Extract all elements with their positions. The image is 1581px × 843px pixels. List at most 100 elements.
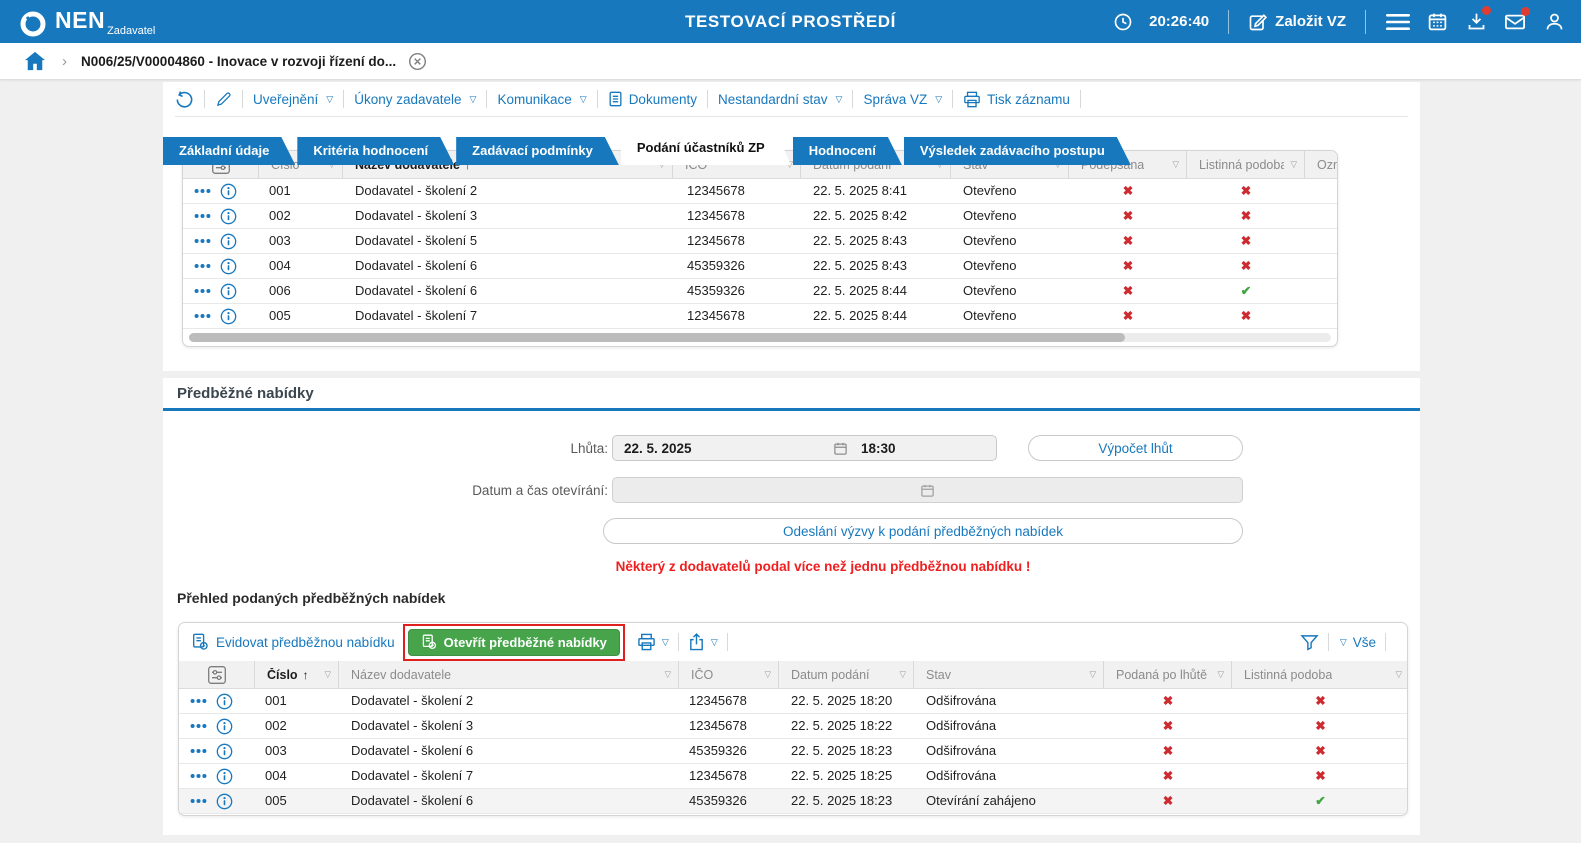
column-filter-icon[interactable]: ▽ — [1389, 669, 1402, 680]
row-menu-icon[interactable] — [190, 773, 207, 779]
cell-nazev: Dodavatel - školení 7 — [343, 304, 673, 328]
column-filter-icon[interactable]: ▽ — [893, 669, 906, 680]
column-header-nazev[interactable]: Název dodavatele▽ — [339, 661, 679, 688]
edit-icon[interactable] — [215, 91, 232, 108]
column-header-datum[interactable]: Datum podání▽ — [779, 661, 914, 688]
row-info-icon[interactable] — [220, 258, 237, 275]
calendar-field-icon[interactable] — [833, 441, 848, 456]
column-filter-icon[interactable]: ▽ — [318, 669, 331, 680]
row-info-icon[interactable] — [220, 183, 237, 200]
cell-cislo: 002 — [259, 204, 343, 228]
breadcrumb: › N006/25/V00004860 - Inovace v rozvoji … — [0, 43, 1581, 80]
table-row[interactable]: 002Dodavatel - školení 31234567822. 5. 2… — [183, 204, 1337, 229]
table-row[interactable]: 003Dodavatel - školení 64535932622. 5. 2… — [179, 739, 1407, 764]
column-header-cislo[interactable]: Číslo↑▽ — [255, 661, 339, 688]
menu-komunikace[interactable]: Komunikace▽ — [497, 92, 586, 107]
create-vz-button[interactable]: Založit VZ — [1248, 12, 1346, 32]
column-filter-icon[interactable]: ▽ — [1083, 669, 1096, 680]
tab-vysledek-zadavaciho-postupu[interactable]: Výsledek zadávacího postupu — [904, 137, 1131, 165]
x-mark: ✖ — [1123, 234, 1133, 248]
row-info-icon[interactable] — [216, 793, 233, 810]
column-filter-icon[interactable]: ▽ — [1166, 159, 1179, 170]
calendar-icon[interactable] — [1424, 11, 1450, 32]
row-info-icon[interactable] — [220, 308, 237, 325]
table-row[interactable]: 002Dodavatel - školení 31234567822. 5. 2… — [179, 714, 1407, 739]
deadline-input[interactable]: 22. 5. 2025 18:30 — [612, 435, 997, 461]
row-menu-icon[interactable] — [190, 723, 207, 729]
export-table-button[interactable]: ▽ — [688, 633, 718, 651]
table-row[interactable]: 004Dodavatel - školení 64535932622. 5. 2… — [183, 254, 1337, 279]
row-info-icon[interactable] — [220, 208, 237, 225]
row-menu-icon[interactable] — [190, 748, 207, 754]
print-table-button[interactable]: ▽ — [637, 633, 669, 651]
table-row[interactable]: 005Dodavatel - školení 71234567822. 5. 2… — [183, 304, 1337, 329]
user-profile-icon[interactable] — [1541, 11, 1567, 32]
horizontal-scrollbar[interactable] — [189, 333, 1331, 342]
menu-ukony-zadavatele[interactable]: Úkony zadavatele▽ — [354, 92, 476, 107]
row-menu-icon[interactable] — [194, 288, 211, 294]
cell-cislo: 001 — [255, 689, 339, 713]
table-row[interactable]: 001Dodavatel - školení 21234567822. 5. 2… — [183, 179, 1337, 204]
deadline-date-value[interactable]: 22. 5. 2025 — [613, 441, 833, 456]
row-info-icon[interactable] — [220, 283, 237, 300]
row-info-icon[interactable] — [216, 718, 233, 735]
menu-sprava-vz[interactable]: Správa VZ▽ — [863, 92, 942, 107]
column-filter-icon[interactable]: ▽ — [758, 669, 771, 680]
home-icon[interactable] — [24, 51, 46, 71]
menu-dokumenty[interactable]: Dokumenty — [608, 91, 697, 107]
row-menu-icon[interactable] — [190, 798, 207, 804]
scrollbar-thumb[interactable] — [189, 333, 1125, 342]
toolbar-divider — [952, 90, 953, 108]
table-row[interactable]: 005Dodavatel - školení 64535932622. 5. 2… — [179, 789, 1407, 814]
row-menu-icon[interactable] — [194, 313, 211, 319]
row-menu-icon[interactable] — [190, 698, 207, 704]
tab-podani-ucastniku-zp[interactable]: Podání účastníků ZP — [621, 131, 791, 165]
cell-actions — [183, 204, 259, 228]
downloads-icon[interactable] — [1463, 11, 1489, 32]
column-filter-icon[interactable]: ▽ — [1284, 159, 1297, 170]
printer-icon — [963, 91, 981, 108]
annotation-highlight-box: Otevřít předběžné nabídky — [403, 624, 625, 661]
column-filter-icon[interactable]: ▽ — [1211, 669, 1224, 680]
row-info-icon[interactable] — [216, 768, 233, 785]
row-menu-icon[interactable] — [194, 263, 211, 269]
menu-uverejneni[interactable]: Uveřejnění▽ — [253, 92, 333, 107]
column-filter-icon[interactable]: ▽ — [658, 669, 671, 680]
table-row[interactable]: 006Dodavatel - školení 64535932622. 5. 2… — [183, 279, 1337, 304]
column-header-listinna[interactable]: Listinná podoba▽ — [1232, 661, 1408, 688]
open-offers-button[interactable]: Otevřít předběžné nabídky — [408, 629, 620, 656]
table-row[interactable]: 003Dodavatel - školení 51234567822. 5. 2… — [183, 229, 1337, 254]
row-menu-icon[interactable] — [194, 238, 211, 244]
tab-hodnoceni[interactable]: Hodnocení — [793, 137, 902, 165]
table-row[interactable]: 001Dodavatel - školení 21234567822. 5. 2… — [179, 689, 1407, 714]
deadline-time-value[interactable]: 18:30 — [848, 441, 896, 456]
column-header-podana[interactable]: Podaná po lhůtě▽ — [1104, 661, 1232, 688]
tab-zakladni-udaje[interactable]: Základní údaje — [163, 137, 295, 165]
row-menu-icon[interactable] — [194, 188, 211, 194]
row-info-icon[interactable] — [216, 693, 233, 710]
filter-icon[interactable] — [1300, 633, 1319, 652]
cell-nazev: Dodavatel - školení 6 — [339, 739, 679, 763]
breadcrumb-close-icon[interactable] — [408, 52, 427, 71]
main-menu-icon[interactable] — [1385, 13, 1411, 31]
column-header-oznac[interactable]: Označ — [1305, 151, 1338, 178]
tab-zadavaci-podminky[interactable]: Zadávací podmínky — [456, 137, 619, 165]
send-call-button[interactable]: Odeslání výzvy k podání předběžných nabí… — [603, 518, 1243, 544]
register-offer-button[interactable]: Evidovat předběžnou nabídku — [191, 633, 395, 651]
row-info-icon[interactable] — [216, 743, 233, 760]
column-settings-button[interactable] — [179, 661, 255, 688]
column-header-ico[interactable]: IČO▽ — [679, 661, 779, 688]
menu-nestandardni-stav[interactable]: Nestandardní stav▽ — [718, 92, 842, 107]
tab-kriteria-hodnoceni[interactable]: Kritéria hodnocení — [297, 137, 454, 165]
history-icon[interactable] — [175, 90, 194, 109]
menu-tisk-zaznamu[interactable]: Tisk záznamu — [963, 91, 1070, 108]
filter-all-dropdown[interactable]: ▽ Vše — [1338, 635, 1376, 650]
column-header-listinna[interactable]: Listinná podoba▽ — [1187, 151, 1305, 178]
column-header-stav[interactable]: Stav▽ — [914, 661, 1104, 688]
row-menu-icon[interactable] — [194, 213, 211, 219]
row-info-icon[interactable] — [220, 233, 237, 250]
calculate-deadlines-button[interactable]: Výpočet lhůt — [1028, 435, 1243, 461]
mail-icon[interactable] — [1502, 12, 1528, 32]
breadcrumb-item[interactable]: N006/25/V00004860 - Inovace v rozvoji ří… — [81, 54, 396, 69]
table-row[interactable]: 004Dodavatel - školení 71234567822. 5. 2… — [179, 764, 1407, 789]
